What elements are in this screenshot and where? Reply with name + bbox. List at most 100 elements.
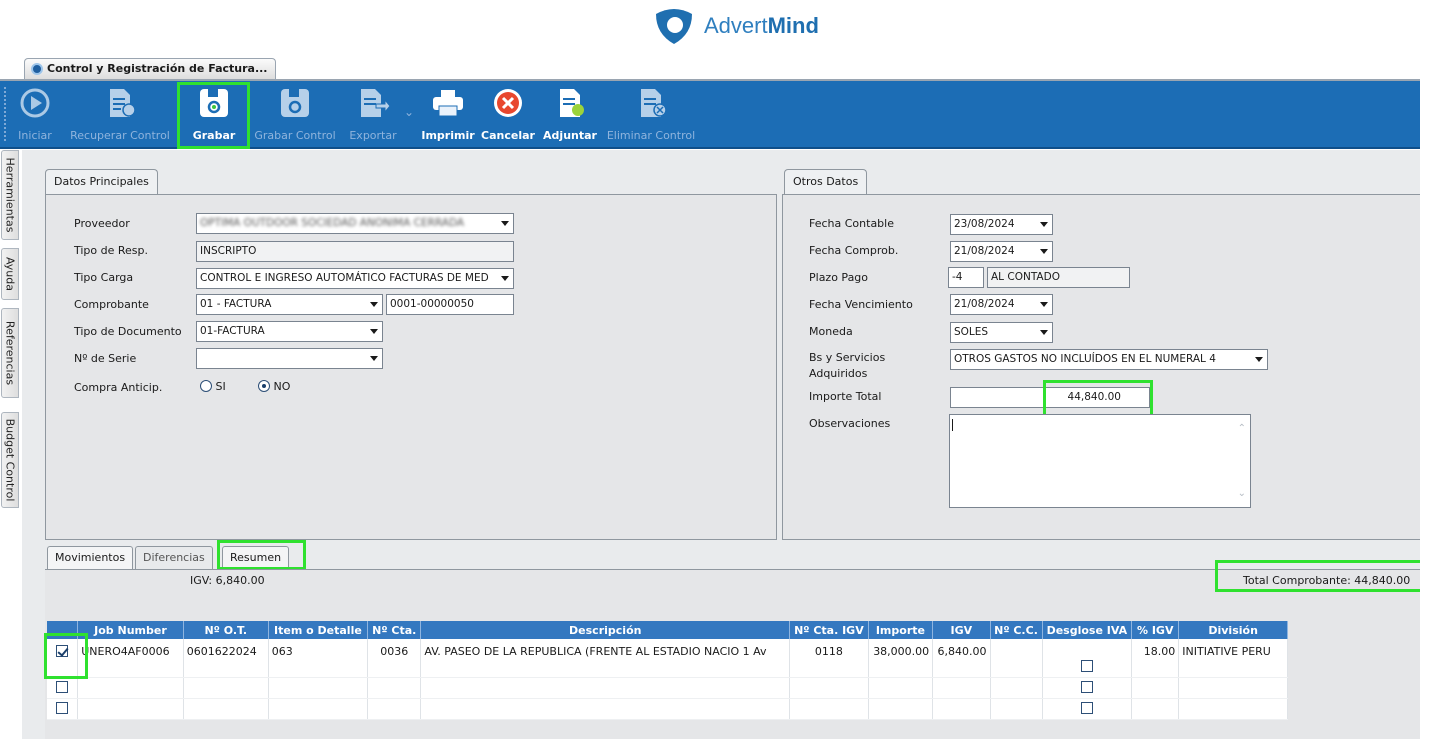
comprobante-select[interactable]: 01 - FACTURA <box>196 294 383 315</box>
bs-servicios-select[interactable]: OTROS GASTOS NO INCLUÍDOS EN EL NUMERAL … <box>950 349 1268 370</box>
tab-otros-datos[interactable]: Otros Datos <box>784 169 868 195</box>
save-control-icon <box>281 89 309 117</box>
side-tab-referencias[interactable]: Referencias <box>1 308 19 398</box>
eliminar-control-button[interactable]: Eliminar Control <box>603 81 699 147</box>
moneda-label: Moneda <box>809 325 853 338</box>
recuperar-control-button[interactable]: Recuperar Control <box>68 81 172 147</box>
table-row[interactable]: UNERO4AF0006 0601622024 063 0036 AV. PAS… <box>47 639 1288 678</box>
tab-movimientos[interactable]: Movimientos <box>47 546 134 570</box>
radio-selected-icon <box>258 380 270 392</box>
main-toolbar: Iniciar Recuperar Control Grabar Grabar … <box>0 81 1420 149</box>
fecha-contable-label: Fecha Contable <box>809 217 894 230</box>
exportar-button[interactable]: Exportar <box>344 81 402 147</box>
fecha-vencimiento-picker[interactable]: 21/08/2024 <box>950 294 1053 315</box>
fecha-comprob-picker[interactable]: 21/08/2024 <box>950 241 1053 262</box>
bs-servicios-label: Bs y Servicios Adquiridos <box>809 351 886 380</box>
chevron-down-icon <box>366 349 382 368</box>
resumen-highlight <box>217 540 306 570</box>
chevron-down-icon <box>366 295 382 314</box>
col-header-cta[interactable]: Nº Cta. <box>367 621 422 639</box>
col-header-cta-igv[interactable]: Nº Cta. IGV <box>789 621 869 639</box>
col-header-descripcion[interactable]: Descripción <box>420 621 791 639</box>
scroll-down-icon[interactable]: ⌄ <box>1238 484 1246 503</box>
col-header-importe[interactable]: Importe <box>868 621 934 639</box>
advertmind-logo-icon <box>656 9 692 44</box>
side-tab-budget-control[interactable]: Budget Control <box>1 412 19 508</box>
attach-icon <box>560 89 584 117</box>
grid-header-row: Job Number Nº O.T. Item o Detalle Nº Cta… <box>47 621 1288 639</box>
comprobante-numero-input[interactable]: 0001-00000050 <box>386 294 514 315</box>
col-header-cc[interactable]: Nº C.C. <box>990 621 1043 639</box>
cell-desglose-iva[interactable] <box>1042 677 1133 699</box>
cell-pct-igv: 18.00 <box>1131 639 1180 678</box>
tipo-carga-select[interactable]: CONTROL E INGRESO AUTOMÁTICO FACTURAS DE… <box>196 268 514 289</box>
col-header-igv[interactable]: IGV <box>932 621 991 639</box>
side-tab-herramientas[interactable]: Herramientas <box>1 150 19 240</box>
row-select-cell[interactable] <box>47 698 79 720</box>
checkbox-icon[interactable] <box>56 681 69 693</box>
cell-igv: 6,840.00 <box>932 639 991 678</box>
plazo-pago-dias-input[interactable]: -4 <box>948 267 984 288</box>
proveedor-select[interactable]: OPTIMA OUTDOOR SOCIEDAD ANONIMA CERRADA <box>196 213 514 234</box>
checkbox-icon[interactable] <box>1080 659 1093 672</box>
cell-cc <box>990 639 1043 678</box>
moneda-select[interactable]: SOLES <box>950 322 1053 343</box>
importe-total-label: Importe Total <box>809 390 882 403</box>
toolbar-grip[interactable] <box>4 87 6 141</box>
side-tab-ayuda[interactable]: Ayuda <box>1 248 19 300</box>
imprimir-button[interactable]: Imprimir <box>420 81 476 147</box>
serie-label: Nº de Serie <box>74 352 137 365</box>
scroll-up-icon[interactable]: ⌃ <box>1238 419 1246 438</box>
row-select-cell[interactable] <box>47 677 79 699</box>
play-icon <box>20 88 50 118</box>
window-tab-icon <box>31 63 43 75</box>
compra-anticip-si-radio[interactable]: SI <box>200 380 226 393</box>
col-header-desglose-iva[interactable]: Desglose IVA <box>1042 621 1133 639</box>
tipo-carga-label: Tipo Carga <box>74 271 134 284</box>
compra-anticip-no-radio[interactable]: NO <box>258 380 290 393</box>
chevron-down-icon <box>1036 295 1052 314</box>
col-header-pct-igv[interactable]: % IGV <box>1131 621 1180 639</box>
cancelar-button[interactable]: Cancelar <box>480 81 536 147</box>
tipo-resp-field: INSCRIPTO <box>196 241 514 262</box>
advertmind-logo: AdvertMind <box>652 6 819 46</box>
tab-datos-principales[interactable]: Datos Principales <box>45 169 158 195</box>
col-header-item[interactable]: Item o Detalle <box>268 621 369 639</box>
grabar-control-button[interactable]: Grabar Control <box>250 81 340 147</box>
window-tab-title: Control y Registración de Factura... <box>47 62 268 75</box>
table-row[interactable] <box>47 698 1288 720</box>
iniciar-button[interactable]: Iniciar <box>14 81 56 147</box>
tab-diferencias[interactable]: Diferencias <box>135 546 213 570</box>
chevron-down-icon <box>1036 323 1052 342</box>
fecha-contable-picker[interactable]: 23/08/2024 <box>950 214 1053 235</box>
chevron-down-icon <box>1036 215 1052 234</box>
cell-desglose-iva[interactable] <box>1042 698 1133 720</box>
chevron-down-icon <box>366 322 382 341</box>
tipo-documento-select[interactable]: 01-FACTURA <box>196 321 383 342</box>
row-checkbox-highlight <box>44 633 88 679</box>
delete-document-icon <box>641 89 667 117</box>
serie-select[interactable] <box>196 348 383 369</box>
adjuntar-button[interactable]: Adjuntar <box>540 81 600 147</box>
cell-desglose-iva[interactable] <box>1042 639 1133 678</box>
total-comprobante-highlight <box>1215 560 1420 592</box>
checkbox-icon[interactable] <box>56 702 69 714</box>
cell-cta: 0036 <box>367 639 422 678</box>
chevron-down-icon <box>1251 350 1267 369</box>
document-restore-icon <box>110 89 136 117</box>
col-header-job-number[interactable]: Job Number <box>77 621 184 639</box>
tipo-documento-label: Tipo de Documento <box>74 325 182 338</box>
checkbox-icon[interactable] <box>1080 702 1093 714</box>
table-row[interactable] <box>47 677 1288 699</box>
checkbox-icon[interactable] <box>1080 681 1093 693</box>
window-tab[interactable]: Control y Registración de Factura... <box>24 58 276 80</box>
cell-descripcion: AV. PASEO DE LA REPUBLICA (FRENTE AL EST… <box>420 639 791 678</box>
observaciones-textarea[interactable]: ⌃ ⌄ <box>949 414 1251 508</box>
col-header-division[interactable]: División <box>1178 621 1288 639</box>
col-header-ot[interactable]: Nº O.T. <box>183 621 269 639</box>
cell-job-number: UNERO4AF0006 <box>77 639 184 678</box>
exportar-dropdown-arrow[interactable]: ⌄ <box>404 105 414 119</box>
fecha-vencimiento-label: Fecha Vencimiento <box>809 298 913 311</box>
chevron-down-icon <box>497 214 513 233</box>
proveedor-label: Proveedor <box>74 217 130 230</box>
